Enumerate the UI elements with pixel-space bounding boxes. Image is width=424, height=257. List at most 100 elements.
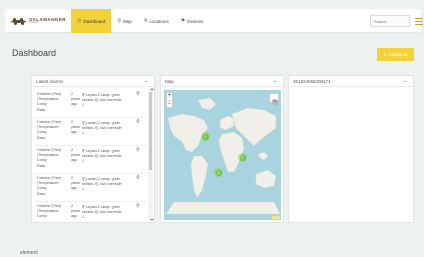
alarm-sensor-name-line: (Temperature-Comp [37, 181, 60, 191]
search-icon[interactable]: ⚲ [133, 203, 143, 220]
scrollbar-thumb[interactable] [149, 92, 152, 170]
nav-dashboard-label: Dashboard [83, 18, 106, 24]
alarm-location-line: 1 [82, 187, 133, 192]
alarm-sensor-name-line: Raw) [37, 191, 46, 196]
alarm-sensor-name-line: (Temperature-Comp [37, 153, 60, 163]
world-map[interactable]: + − 4 2 3 [164, 90, 281, 220]
alarm-time: 2 years ago [69, 120, 81, 145]
device-icon: ⚑ [180, 18, 186, 24]
latest-alarms-panel: Latest Alarms ⌄ Chlorine (Free) (Temperat… [31, 75, 155, 223]
alarm-time: 2 years ago [69, 176, 81, 201]
alarm-location-text: Leylan-2 camp. (pest [86, 149, 120, 153]
zoom-out-button[interactable]: − [167, 100, 172, 107]
map-cluster-marker[interactable]: 2 [238, 153, 247, 162]
hamburger-menu-icon[interactable] [415, 16, 423, 26]
map-panel: Map ⌄ + − 4 2 3 [160, 75, 284, 223]
chevron-down-icon[interactable]: ⌄ [403, 78, 407, 84]
alarm-row[interactable]: Chlorine (Free)(Temperature-CompRaw)2yea… [35, 118, 147, 146]
alarm-location-text: 1 [82, 215, 84, 220]
search-input[interactable] [370, 15, 410, 27]
map-cluster-marker[interactable]: 4 [201, 132, 210, 141]
device-panel-title: 351924065200174 [293, 79, 331, 84]
alarm-sensor-name-line: Raw) [37, 135, 46, 140]
alarm-time-line: ago [71, 214, 77, 219]
alarm-location: ⚲ Leylan-2 camp. (pest section-II), row: … [81, 148, 133, 173]
search-icon[interactable]: ⚲ [133, 91, 143, 117]
map-panel-header: Map ⌄ [161, 76, 283, 87]
chevron-down-icon[interactable]: ⌄ [144, 78, 148, 84]
latest-alarms-title: Latest Alarms [36, 79, 64, 84]
alarm-location-text: 1 [82, 131, 84, 136]
nav-dashboard[interactable]: ◴ Dashboard [71, 9, 112, 33]
alarm-row[interactable]: Chlorine (Free)(Temperature-CompRaw)2yea… [35, 146, 147, 174]
nav-map-label: Map [123, 18, 132, 24]
nav-locations[interactable]: ⚲ Locations [138, 9, 175, 33]
alarm-sensor-name: Chlorine (Free)(Temperature-CompRaw) [35, 204, 69, 220]
app-logo[interactable]: SALAMANDER TRUST [11, 15, 66, 27]
alarm-scrollbar[interactable] [148, 90, 153, 220]
alarm-location-text: section-II), row: borehole [82, 210, 122, 215]
alarm-location-line: 1 [82, 215, 133, 220]
alarm-sensor-name-line: (Temperature-Comp [37, 209, 60, 219]
alarm-location-text: 1 [82, 187, 84, 192]
logo-subtitle: TRUST [29, 21, 39, 24]
main-nav: ◴ Dashboard ⚲ Map ⚲ Locations ⚑ Devices [71, 9, 209, 33]
cluster-count: 3 [215, 169, 222, 176]
alarm-time-line: ago [71, 130, 77, 135]
device-panel: 351924065200174 ⌄ [288, 75, 414, 223]
alarm-sensor-name-line: (Temperature-Comp [37, 97, 60, 107]
nav-devices-label: Devices [187, 18, 204, 24]
map-pin-icon: ⚲ [117, 18, 122, 24]
alarm-sensor-name: Chlorine (Free)(Temperature-CompRaw) [35, 148, 69, 173]
alarm-location: ⚲ Leylan-2 camp. (pest section-II), row: … [81, 120, 133, 145]
alarm-sensor-name: Chlorine (Free)(Temperature-CompRaw) [35, 176, 69, 201]
alarm-location: ⚲ Leylan-2 camp. (pest section-II), row: … [81, 204, 133, 220]
alarm-time-line: ago [71, 102, 77, 107]
map-zoom-controls: + − [166, 92, 173, 108]
alarm-location-text: section-II), row: borehole [82, 182, 122, 187]
alarm-location-text: 1 [82, 103, 84, 108]
alarm-location-text: section-II), row: borehole [82, 98, 122, 103]
location-pin-icon: ⚲ [143, 18, 148, 24]
alarm-time-line: ago [71, 158, 77, 163]
alarm-location-line: 1 [82, 159, 133, 164]
alarm-sensor-name-line: Raw) [37, 107, 46, 112]
alarm-sensor-name: Chlorine (Free)(Temperature-CompRaw) [35, 92, 69, 117]
alarm-location-line: 1 [82, 103, 133, 108]
alarm-sensor-name-line: Raw) [37, 163, 46, 168]
alarm-row[interactable]: Chlorine (Free)(Temperature-CompRaw)2yea… [35, 202, 147, 220]
alarm-location-text: Leylan-2 camp. (pest [86, 177, 120, 181]
alarm-time: 2 years ago [69, 148, 81, 173]
alarm-row[interactable]: Chlorine (Free)(Temperature-CompRaw)2yea… [35, 174, 147, 202]
alarm-location: ⚲ Leylan-2 camp. (pest section-II), row: … [81, 176, 133, 201]
alarm-location-text: section-II), row: borehole [82, 126, 122, 131]
map-cluster-marker[interactable]: 3 [214, 168, 223, 177]
scroll-up-arrow-icon[interactable] [150, 88, 154, 90]
alarm-location-text: 1 [82, 159, 84, 164]
layers-icon[interactable] [269, 93, 279, 105]
search-icon[interactable]: ⚲ [133, 147, 143, 173]
nav-map[interactable]: ⚲ Map [111, 9, 137, 33]
alarm-location: ⚲ Leylan-2 camp. (pest section-II), row: … [81, 92, 133, 117]
latest-alarms-header: Latest Alarms ⌄ [32, 76, 154, 87]
map-attribution[interactable] [272, 216, 280, 219]
alarm-location-line: 1 [82, 131, 133, 136]
alarm-row[interactable]: Chlorine (Free)(Temperature-CompRaw)2yea… [35, 90, 147, 118]
nav-locations-label: Locations [149, 18, 169, 24]
scroll-down-arrow-icon[interactable] [150, 219, 154, 221]
logo-text: SALAMANDER TRUST [29, 17, 66, 25]
nav-devices[interactable]: ⚑ Devices [175, 9, 210, 33]
search-icon[interactable]: ⚲ [133, 119, 143, 145]
footer-element-label: element [20, 250, 38, 256]
configure-button[interactable]: ✎ Configure [377, 48, 414, 61]
alarm-location-text: Leylan-2 camp. (pest [86, 93, 120, 97]
dashboard-icon: ◴ [77, 18, 82, 24]
alarm-location-text: Leylan-2 camp. (pest [86, 205, 120, 209]
alarm-list: Chlorine (Free) (Temperature-Comp Raw) 2 yea… [35, 90, 147, 220]
alarm-sensor-name: Chlorine (Free)(Temperature-CompRaw) [35, 120, 69, 145]
zoom-in-button[interactable]: + [167, 93, 172, 100]
alarm-location-text: Leylan-2 camp. (pest [86, 121, 120, 125]
chevron-down-icon[interactable]: ⌄ [273, 78, 277, 84]
cluster-count: 4 [202, 133, 209, 140]
search-icon[interactable]: ⚲ [133, 175, 143, 201]
